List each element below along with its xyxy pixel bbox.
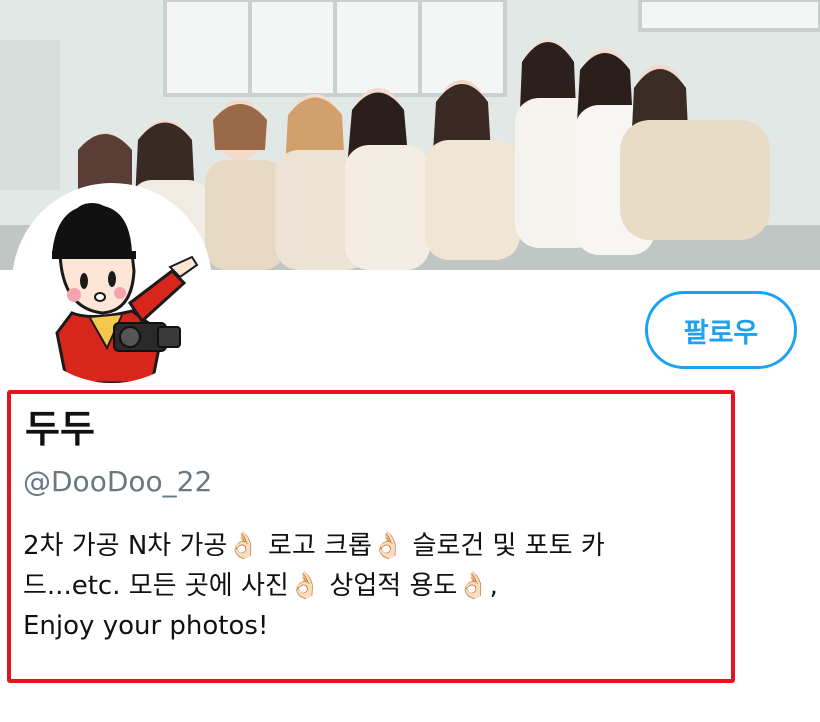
profile-avatar[interactable] (12, 183, 212, 383)
user-handle[interactable]: @DooDoo_22 (23, 464, 212, 500)
cartoon-photographer-avatar-icon (52, 203, 199, 383)
bio-line: Enjoy your photos! (23, 611, 269, 641)
bio-line: 드...etc. 모든 곳에 사진👌🏻 상업적 용도👌🏻, (23, 571, 498, 601)
profile-bio: 2차 가공 N차 가공👌🏻 로고 크롭👌🏻 슬로건 및 포토 카 드...etc… (23, 526, 723, 646)
display-name: 두두 (25, 407, 95, 451)
follow-button[interactable]: 팔로우 (645, 291, 797, 369)
bio-line: 2차 가공 N차 가공👌🏻 로고 크롭👌🏻 슬로건 및 포토 카 (23, 531, 605, 561)
profile-info-highlight: 두두 @DooDoo_22 2차 가공 N차 가공👌🏻 로고 크롭👌🏻 슬로건 … (7, 390, 735, 683)
profile-page: 팔로우 두두 @DooDoo_22 2차 가공 N차 가공👌🏻 로고 크롭👌🏻 … (0, 0, 820, 722)
